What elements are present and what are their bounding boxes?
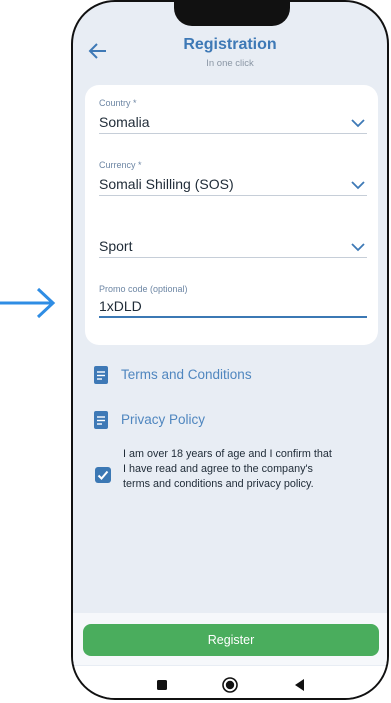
- country-label: Country *: [99, 98, 137, 108]
- sport-underline: [99, 257, 367, 258]
- camera-notch: [174, 2, 290, 26]
- chevron-down-icon: [351, 243, 365, 252]
- promo-code-input[interactable]: Promo code (optional) 1xDLD: [99, 284, 367, 320]
- promo-code-label: Promo code (optional): [99, 284, 188, 294]
- registration-form-card: Country * Somalia Currency * Somali Shil…: [85, 85, 378, 345]
- chevron-down-icon: [351, 119, 365, 128]
- privacy-link-label: Privacy Policy: [121, 412, 206, 427]
- phone-frame: Registration In one click Country * Soma…: [71, 0, 389, 700]
- promo-code-value: 1xDLD: [99, 298, 142, 314]
- promo-code-underline: [99, 316, 367, 318]
- sport-select[interactable]: Sport: [99, 222, 367, 258]
- country-select[interactable]: Country * Somalia: [99, 98, 367, 134]
- currency-value: Somali Shilling (SOS): [99, 176, 234, 192]
- register-button[interactable]: Register: [83, 624, 379, 656]
- document-icon: [94, 411, 108, 429]
- sport-value: Sport: [99, 238, 133, 254]
- document-icon: [94, 366, 108, 384]
- chevron-down-icon: [351, 181, 365, 190]
- system-nav-bar: [73, 666, 387, 698]
- currency-underline: [99, 195, 367, 196]
- page-title: Registration: [183, 36, 277, 53]
- country-underline: [99, 133, 367, 134]
- page-subtitle: In one click: [206, 58, 254, 69]
- currency-label: Currency *: [99, 160, 142, 170]
- country-value: Somalia: [99, 114, 150, 130]
- agreement-checkbox[interactable]: [95, 467, 111, 483]
- terms-link-label: Terms and Conditions: [121, 367, 252, 382]
- arrow-right-icon: [0, 287, 56, 319]
- agreement-text: I am over 18 years of age and I confirm …: [123, 448, 332, 490]
- circle-icon[interactable]: [221, 676, 239, 694]
- currency-select[interactable]: Currency * Somali Shilling (SOS): [99, 160, 367, 196]
- square-icon[interactable]: [153, 676, 171, 694]
- triangle-back-icon[interactable]: [291, 676, 309, 694]
- checkmark-icon: [97, 470, 109, 480]
